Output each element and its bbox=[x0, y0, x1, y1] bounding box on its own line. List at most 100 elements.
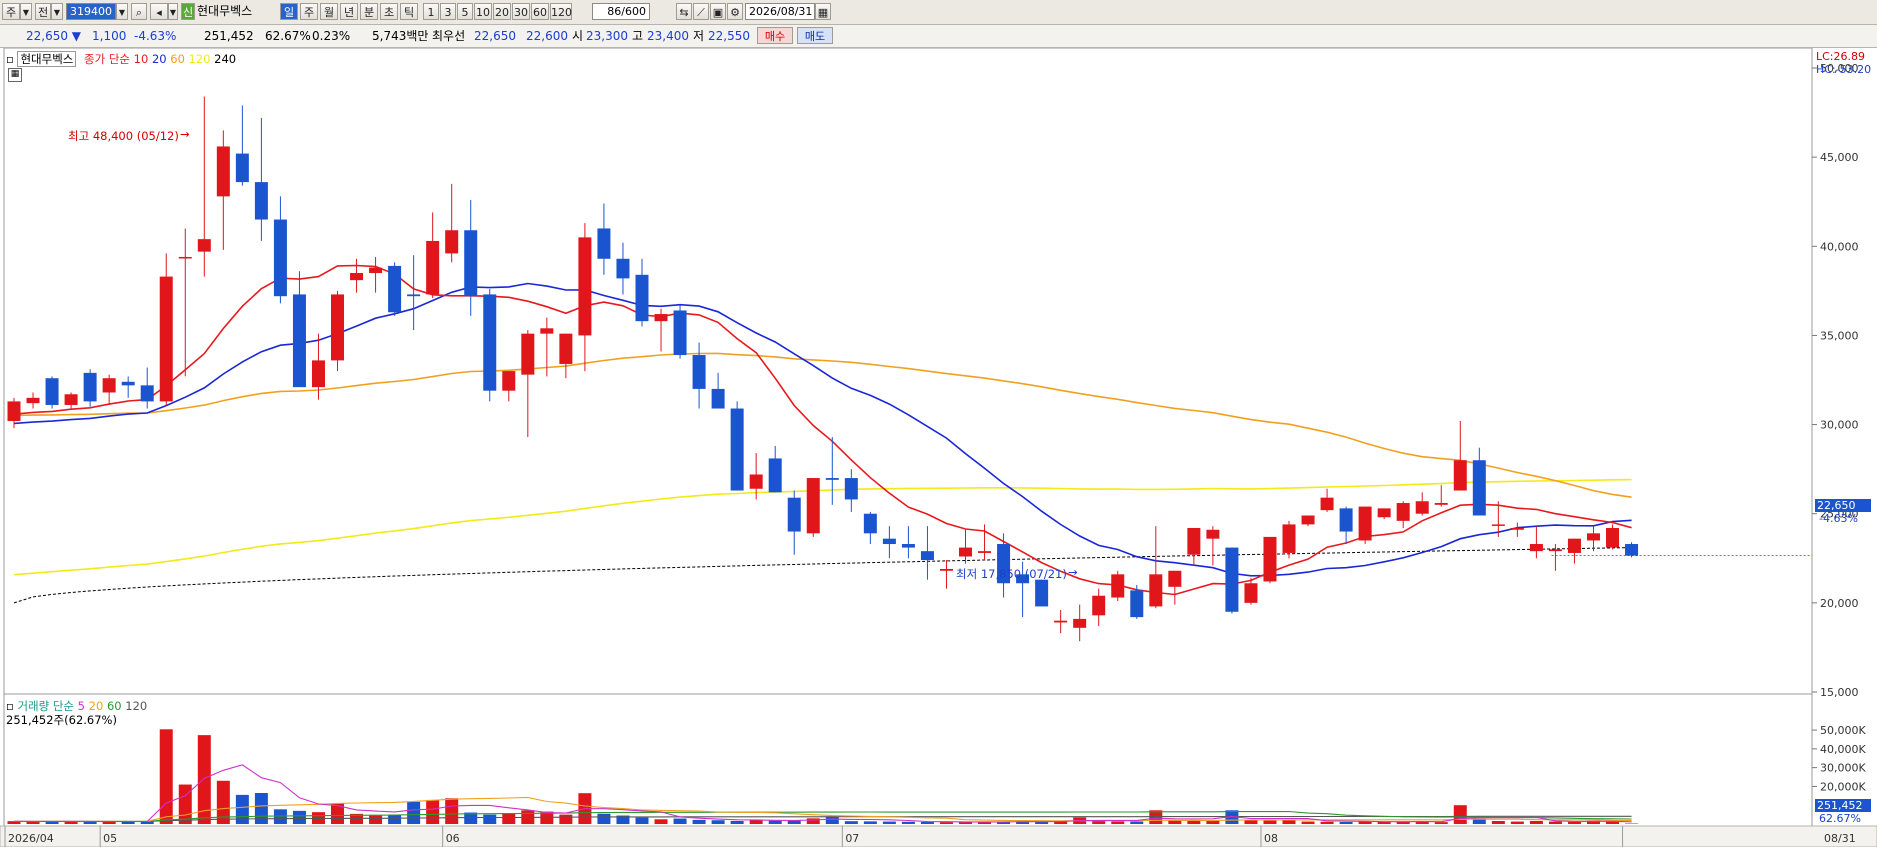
save-icon[interactable]: ▣ bbox=[710, 3, 726, 20]
candle-body bbox=[235, 153, 249, 183]
candle-body bbox=[1377, 508, 1391, 518]
volume-legend-ma20: 20 bbox=[88, 699, 104, 713]
new-listing-badge: 신 bbox=[181, 3, 195, 20]
date-field[interactable]: 2026/08/31 bbox=[745, 3, 815, 20]
low-label: 저 bbox=[693, 29, 705, 43]
candle-body bbox=[1225, 547, 1239, 612]
candle-body bbox=[597, 228, 611, 259]
interval-button-10[interactable]: 10 bbox=[474, 3, 492, 20]
volume-tick-label: 30,000K bbox=[1820, 762, 1866, 775]
volume-bar bbox=[806, 818, 820, 824]
candle-body bbox=[692, 355, 706, 389]
interval-button-120[interactable]: 120 bbox=[550, 3, 572, 20]
sell-button[interactable]: 매도 bbox=[797, 27, 833, 44]
price-tick-label: 45,000 bbox=[1820, 151, 1859, 164]
volume-tick-label: 40,000K bbox=[1820, 743, 1866, 756]
interval-button-5[interactable]: 5 bbox=[457, 3, 473, 20]
candle-body bbox=[64, 394, 78, 405]
interval-button-20[interactable]: 20 bbox=[493, 3, 511, 20]
candle-body bbox=[426, 240, 440, 295]
volume-bar bbox=[901, 821, 915, 824]
period-button-2[interactable]: 월 bbox=[320, 3, 338, 20]
period-button-6[interactable]: 틱 bbox=[400, 3, 418, 20]
volume-bar bbox=[597, 813, 611, 824]
code-dropdown-icon[interactable]: ▼ bbox=[116, 3, 128, 20]
volume-legend-ma60: 60 bbox=[106, 699, 122, 713]
volume-bar bbox=[1529, 820, 1543, 824]
volume-bar bbox=[730, 820, 744, 824]
low-arrow-icon: → bbox=[1068, 565, 1078, 579]
interval-button-3[interactable]: 3 bbox=[440, 3, 456, 20]
open-label: 시 bbox=[572, 29, 584, 43]
volume-info: 251,452주(62.67%) bbox=[6, 713, 117, 727]
market-select-button[interactable]: 주 bbox=[2, 3, 20, 20]
candle-body bbox=[407, 294, 421, 297]
bid-price: 22,600 bbox=[526, 29, 568, 43]
candle-body bbox=[502, 371, 516, 391]
period-button-3[interactable]: 년 bbox=[340, 3, 358, 20]
volume-legend-marker-icon: ▫ bbox=[6, 699, 14, 713]
volume-bar bbox=[1244, 820, 1258, 824]
settings-icon[interactable]: ⚙ bbox=[727, 3, 743, 20]
type-select-button[interactable]: 전 bbox=[35, 3, 51, 20]
candle-body bbox=[1453, 460, 1467, 491]
candle-body bbox=[1282, 524, 1296, 553]
interval-button-30[interactable]: 30 bbox=[512, 3, 530, 20]
speaker-icon[interactable]: ◂ bbox=[150, 3, 168, 20]
period-button-1[interactable]: 주 bbox=[300, 3, 318, 20]
speaker-dropdown-icon[interactable]: ▼ bbox=[168, 3, 178, 20]
code-input[interactable]: 319400 bbox=[66, 3, 116, 20]
calendar-icon[interactable]: ▦ bbox=[815, 3, 831, 20]
candle-body bbox=[121, 381, 135, 386]
volume-bar bbox=[1111, 821, 1125, 824]
stock-chart[interactable]: 50,00045,00040,00035,00030,00025,00020,0… bbox=[0, 48, 1877, 847]
period-button-4[interactable]: 분 bbox=[360, 3, 378, 20]
type-dropdown-icon[interactable]: ▼ bbox=[51, 3, 63, 20]
candle-body bbox=[445, 230, 459, 254]
last-price-pct: -4.63% bbox=[1819, 512, 1858, 525]
volume-bar bbox=[1301, 821, 1315, 824]
market-dropdown-icon[interactable]: ▼ bbox=[20, 3, 32, 20]
search-icon[interactable]: ⌕ bbox=[131, 3, 147, 20]
candle-body bbox=[882, 538, 896, 545]
candle-body bbox=[844, 478, 858, 500]
interval-button-1[interactable]: 1 bbox=[423, 3, 439, 20]
interval-button-60[interactable]: 60 bbox=[531, 3, 549, 20]
legend-ma20: 20 bbox=[151, 52, 167, 66]
grid-icon[interactable]: ▦ bbox=[8, 68, 22, 82]
period-button-0[interactable]: 일 bbox=[280, 3, 298, 20]
candle-body bbox=[140, 385, 154, 402]
high-annotation: 최고 48,400 (05/12) bbox=[68, 129, 179, 143]
candle-body bbox=[216, 146, 230, 197]
legend-close-label: 종가 단순 bbox=[84, 52, 130, 66]
trend-tool-icon[interactable]: ⟋ bbox=[693, 3, 709, 20]
candle-body bbox=[331, 294, 345, 361]
volume-bar bbox=[445, 798, 459, 824]
volume-bar bbox=[483, 814, 497, 824]
candle-body bbox=[1358, 506, 1372, 541]
candle-body bbox=[749, 474, 763, 489]
candle-body bbox=[806, 478, 820, 534]
candle-body bbox=[901, 544, 915, 548]
legend-marker-icon: ▫ bbox=[6, 52, 14, 66]
date-label: 08/31 bbox=[1824, 832, 1856, 845]
price-tick-label: 35,000 bbox=[1820, 329, 1859, 342]
candle-body bbox=[369, 267, 383, 274]
last-volume-marker: 251,452 bbox=[1815, 799, 1871, 812]
buy-button[interactable]: 매수 bbox=[757, 27, 793, 44]
volume-bar bbox=[1263, 820, 1277, 824]
zoom-icon[interactable]: ⇆ bbox=[676, 3, 692, 20]
candle-body bbox=[711, 388, 725, 409]
candle-body bbox=[787, 497, 801, 532]
candle-body bbox=[939, 568, 953, 571]
candle-body bbox=[1149, 574, 1163, 607]
candle-body bbox=[388, 265, 402, 313]
period-button-5[interactable]: 초 bbox=[380, 3, 398, 20]
candle-body bbox=[730, 408, 744, 491]
ask-price: 22,650 bbox=[474, 29, 516, 43]
bar-count-field[interactable]: 86/600 bbox=[592, 3, 650, 20]
volume-bar bbox=[292, 810, 306, 824]
volume-bar bbox=[711, 820, 725, 824]
candle-body bbox=[1301, 515, 1315, 525]
hc-value: HC:-53.20 bbox=[1816, 63, 1872, 76]
